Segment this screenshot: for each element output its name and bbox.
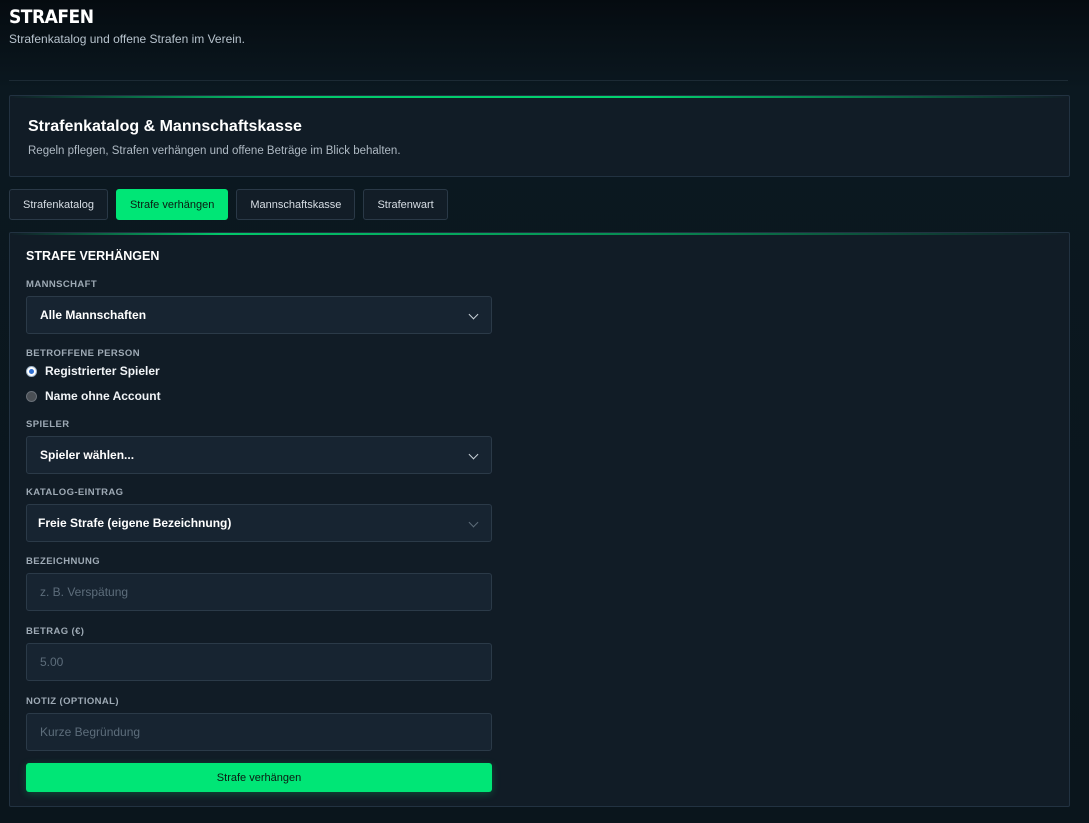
submit-penalty-button[interactable]: Strafe verhängen <box>26 763 492 792</box>
catalog-select-value: Freie Strafe (eigene Bezeichnung) <box>38 516 232 530</box>
amount-label: BETRAG (€) <box>26 626 85 637</box>
header-divider <box>9 80 1068 81</box>
tab-strafenkatalog[interactable]: Strafenkatalog <box>9 189 108 220</box>
radio-name-without-account-label: Name ohne Account <box>45 389 161 403</box>
hero-card: Strafenkatalog & Mannschaftskasse Regeln… <box>9 95 1070 177</box>
team-select-value: Alle Mannschaften <box>40 308 147 322</box>
page-title: STRAFEN <box>9 6 94 28</box>
designation-input[interactable]: z. B. Verspätung <box>26 573 492 611</box>
chevron-down-icon <box>468 309 479 320</box>
designation-placeholder: z. B. Verspätung <box>40 585 129 599</box>
amount-placeholder: 5.00 <box>40 655 64 669</box>
catalog-select[interactable]: Freie Strafe (eigene Bezeichnung) <box>26 504 492 542</box>
player-label: SPIELER <box>26 419 70 430</box>
hero-title: Strafenkatalog & Mannschaftskasse <box>28 118 302 135</box>
note-placeholder: Kurze Begründung <box>40 725 141 739</box>
page-header: STRAFEN Strafenkatalog und offene Strafe… <box>9 6 245 46</box>
tab-mannschaftskasse[interactable]: Mannschaftskasse <box>236 189 356 220</box>
radio-unchecked-icon <box>26 390 37 402</box>
chevron-down-icon <box>468 517 479 528</box>
radio-checked-icon <box>26 365 37 377</box>
note-label: NOTIZ (OPTIONAL) <box>26 696 119 707</box>
hero-description: Regeln pflegen, Strafen verhängen und of… <box>28 145 401 157</box>
player-select-value: Spieler wählen... <box>40 448 135 462</box>
tab-strafe-verhaengen[interactable]: Strafe verhängen <box>115 189 229 220</box>
penalty-form-panel: STRAFE VERHÄNGEN MANNSCHAFT Alle Mannsch… <box>9 232 1070 807</box>
radio-registered-player-label: Registrierter Spieler <box>45 364 160 378</box>
hero-accent-line <box>10 96 1069 98</box>
radio-name-without-account[interactable]: Name ohne Account <box>26 389 161 403</box>
section-title: STRAFE VERHÄNGEN <box>26 249 160 263</box>
radio-registered-player[interactable]: Registrierter Spieler <box>26 364 160 378</box>
note-input[interactable]: Kurze Begründung <box>26 713 492 751</box>
chevron-down-icon <box>468 449 479 460</box>
page-subtitle: Strafenkatalog und offene Strafen im Ver… <box>9 32 245 46</box>
designation-label: BEZEICHNUNG <box>26 556 101 567</box>
panel-accent-line <box>10 233 1069 235</box>
person-label: BETROFFENE PERSON <box>26 348 140 359</box>
catalog-label: KATALOG-EINTRAG <box>26 487 124 498</box>
team-label: MANNSCHAFT <box>26 279 98 290</box>
tab-strafenwart[interactable]: Strafenwart <box>363 189 448 220</box>
amount-input[interactable]: 5.00 <box>26 643 492 681</box>
team-select[interactable]: Alle Mannschaften <box>26 296 492 334</box>
tab-bar: Strafenkatalog Strafe verhängen Mannscha… <box>9 189 448 220</box>
player-select[interactable]: Spieler wählen... <box>26 436 492 474</box>
